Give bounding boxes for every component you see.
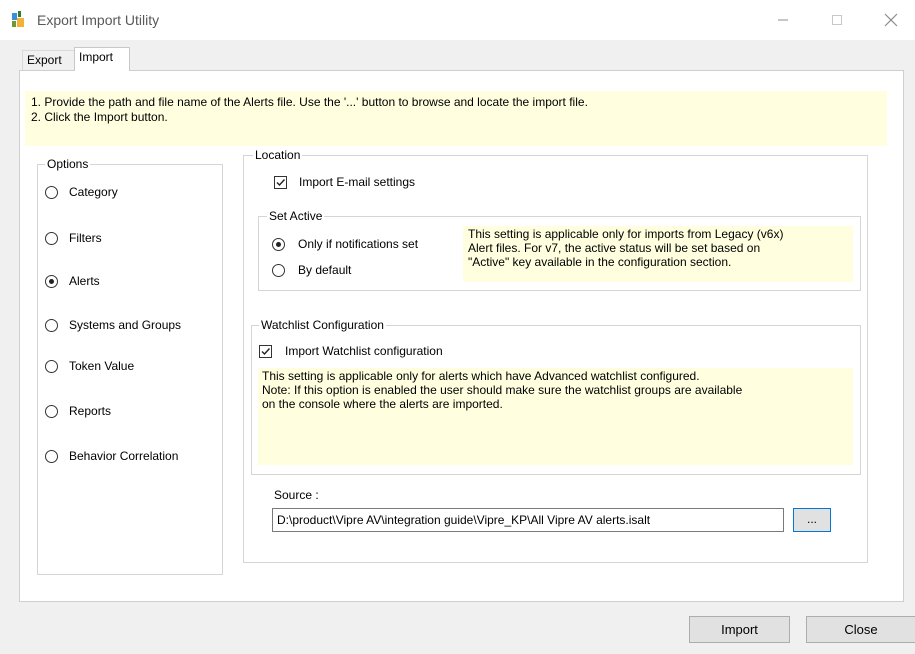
filters-radio[interactable]	[45, 232, 58, 245]
import-watchlist-checkbox[interactable]	[259, 345, 272, 358]
watchlist-note: This setting is applicable only for aler…	[258, 368, 853, 465]
note-line: This setting is applicable only for impo…	[468, 227, 784, 241]
note-line: Note: If this option is enabled the user…	[262, 383, 743, 397]
option-label: Filters	[69, 231, 102, 245]
set-active-legend: Set Active	[267, 209, 325, 223]
import-email-label: Import E-mail settings	[299, 175, 416, 189]
note-line: Alert files. For v7, the active status w…	[468, 241, 761, 255]
location-legend: Location	[253, 148, 303, 162]
minimize-icon	[778, 19, 788, 21]
reports-radio[interactable]	[45, 405, 58, 418]
option-label: Reports	[69, 404, 112, 418]
maximize-icon	[832, 15, 842, 25]
checkmark-icon	[261, 348, 271, 356]
close-window-button[interactable]	[868, 0, 914, 40]
option-label: By default	[298, 263, 352, 277]
behavior-correlation-radio[interactable]	[45, 450, 58, 463]
maximize-button[interactable]	[814, 0, 860, 40]
source-label: Source :	[274, 488, 319, 502]
checkmark-icon	[276, 179, 286, 187]
option-label: Category	[69, 185, 118, 199]
option-label: Token Value	[69, 359, 135, 373]
close-button[interactable]: Close	[806, 616, 915, 643]
instruction-line-1: 1. Provide the path and file name of the…	[31, 95, 588, 109]
option-label: Behavior Correlation	[69, 449, 179, 463]
title-bar: Export Import Utility	[0, 0, 915, 40]
import-button[interactable]: Import	[689, 616, 790, 643]
systems-and-groups-radio[interactable]	[45, 319, 58, 332]
import-email-checkbox[interactable]	[274, 176, 287, 189]
options-legend: Options	[45, 157, 91, 171]
instructions-panel: 1. Provide the path and file name of the…	[25, 91, 887, 146]
option-label: Alerts	[69, 274, 100, 288]
tab-import[interactable]: Import	[74, 47, 130, 71]
alerts-radio[interactable]	[45, 275, 58, 288]
import-watchlist-label: Import Watchlist configuration	[285, 344, 443, 358]
tab-export[interactable]: Export	[22, 50, 75, 70]
window-title: Export Import Utility	[37, 12, 160, 28]
only-if-notifications-radio[interactable]	[272, 238, 285, 251]
note-line: This setting is applicable only for aler…	[262, 369, 700, 383]
by-default-radio[interactable]	[272, 264, 285, 277]
source-path-input[interactable]: D:\product\Vipre AV\integration guide\Vi…	[272, 508, 784, 532]
watchlist-legend: Watchlist Configuration	[259, 318, 386, 332]
set-active-note: This setting is applicable only for impo…	[463, 226, 853, 282]
note-line: "Active" key available in the configurat…	[468, 255, 732, 269]
option-label: Systems and Groups	[69, 318, 182, 332]
note-line: on the console where the alerts are impo…	[262, 397, 503, 411]
category-radio[interactable]	[45, 186, 58, 199]
instruction-line-2: 2. Click the Import button.	[31, 110, 168, 124]
app-icon	[12, 11, 24, 27]
browse-button[interactable]: ...	[793, 508, 831, 532]
minimize-button[interactable]	[760, 0, 806, 40]
token-value-radio[interactable]	[45, 360, 58, 373]
option-label: Only if notifications set	[298, 237, 419, 251]
close-icon	[884, 13, 898, 27]
